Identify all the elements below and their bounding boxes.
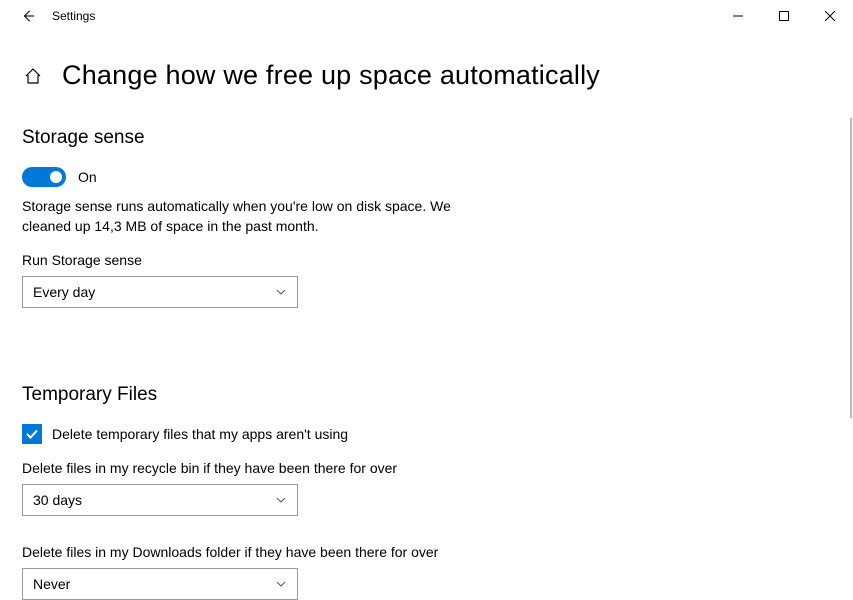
- chevron-down-icon: [275, 578, 287, 590]
- close-button[interactable]: [807, 0, 853, 32]
- temporary-files-heading: Temporary Files: [22, 384, 560, 406]
- maximize-button[interactable]: [761, 0, 807, 32]
- delete-temp-files-checkbox[interactable]: [22, 424, 42, 444]
- close-icon: [825, 11, 835, 21]
- content-area: Storage sense On Storage sense runs auto…: [0, 91, 560, 600]
- run-storage-sense-dropdown[interactable]: Every day: [22, 276, 298, 308]
- storage-sense-toggle-row: On: [22, 167, 560, 187]
- minimize-icon: [733, 11, 743, 21]
- delete-temp-files-label: Delete temporary files that my apps aren…: [52, 426, 348, 442]
- maximize-icon: [779, 11, 789, 21]
- page-header: Change how we free up space automaticall…: [0, 32, 853, 91]
- downloads-label: Delete files in my Downloads folder if t…: [22, 544, 560, 560]
- downloads-value: Never: [33, 576, 70, 592]
- home-icon: [23, 66, 43, 86]
- storage-sense-toggle[interactable]: [22, 167, 66, 187]
- window-controls: [715, 0, 853, 32]
- page-title: Change how we free up space automaticall…: [62, 60, 600, 91]
- recycle-bin-value: 30 days: [33, 492, 82, 508]
- recycle-bin-label: Delete files in my recycle bin if they h…: [22, 460, 560, 476]
- minimize-button[interactable]: [715, 0, 761, 32]
- home-button[interactable]: [22, 65, 44, 87]
- chevron-down-icon: [275, 286, 287, 298]
- storage-sense-heading: Storage sense: [22, 127, 560, 149]
- storage-sense-description: Storage sense runs automatically when yo…: [22, 197, 462, 236]
- run-storage-sense-label: Run Storage sense: [22, 252, 560, 268]
- downloads-dropdown[interactable]: Never: [22, 568, 298, 600]
- recycle-bin-field: Delete files in my recycle bin if they h…: [22, 460, 560, 516]
- chevron-down-icon: [275, 494, 287, 506]
- delete-temp-files-row: Delete temporary files that my apps aren…: [22, 424, 560, 444]
- arrow-left-icon: [21, 9, 35, 23]
- run-storage-sense-value: Every day: [33, 284, 95, 300]
- recycle-bin-dropdown[interactable]: 30 days: [22, 484, 298, 516]
- back-button[interactable]: [8, 0, 48, 32]
- titlebar: Settings: [0, 0, 853, 32]
- checkmark-icon: [25, 427, 39, 441]
- toggle-knob: [50, 171, 62, 183]
- run-storage-sense-field: Run Storage sense Every day: [22, 252, 560, 308]
- storage-sense-toggle-label: On: [78, 169, 97, 185]
- downloads-field: Delete files in my Downloads folder if t…: [22, 544, 560, 600]
- scrollbar[interactable]: [850, 118, 852, 418]
- window-title: Settings: [52, 9, 95, 23]
